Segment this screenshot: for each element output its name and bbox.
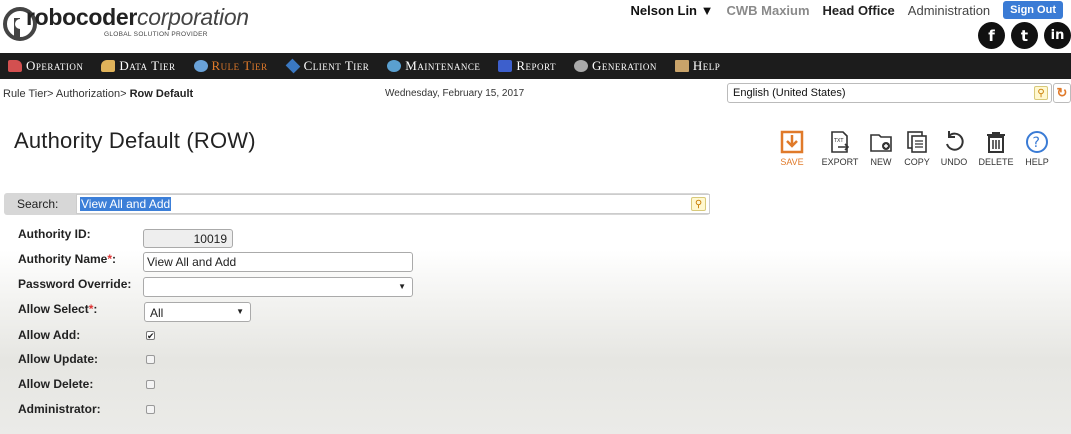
social-links: f t in xyxy=(978,22,1071,49)
search-label: Search: xyxy=(17,197,59,211)
chevron-down-icon: ▼ xyxy=(236,307,244,316)
svg-text:?: ? xyxy=(1033,135,1040,151)
main-menu: Operation Data Tier Rule Tier Client Tie… xyxy=(0,53,1071,79)
save-button[interactable]: SAVE xyxy=(772,130,812,170)
copy-label: COPY xyxy=(904,157,930,167)
menu-rule-tier-label: Rule Tier xyxy=(211,58,268,73)
password-override-label: Password Override: xyxy=(18,277,132,291)
menu-client-tier[interactable]: Client Tier xyxy=(285,58,370,74)
undo-button[interactable]: UNDO xyxy=(934,130,974,170)
report-icon xyxy=(498,60,513,72)
company-link[interactable]: CWB Maxium xyxy=(726,3,809,18)
maintenance-icon xyxy=(387,60,402,72)
menu-data-tier-label: Data Tier xyxy=(119,58,176,73)
new-folder-icon xyxy=(869,130,893,154)
delete-label: DELETE xyxy=(978,157,1014,167)
help-label: HELP xyxy=(1025,157,1049,167)
refresh-icon[interactable]: ↻ xyxy=(1053,83,1071,103)
facebook-icon[interactable]: f xyxy=(978,22,1005,49)
search-input[interactable]: View All and Add ⚲ xyxy=(76,194,710,214)
menu-rule-tier[interactable]: Rule Tier xyxy=(193,58,268,74)
copy-icon xyxy=(905,130,929,154)
new-button[interactable]: NEW xyxy=(861,130,901,170)
language-lookup-icon[interactable]: ⚲ xyxy=(1034,86,1048,100)
menu-maintenance-label: Maintenance xyxy=(405,58,481,73)
undo-icon xyxy=(942,130,966,154)
administrator-label: Administrator: xyxy=(18,402,101,416)
breadcrumb-rule-tier[interactable]: Rule Tier> xyxy=(3,88,53,100)
client-tier-icon xyxy=(285,58,300,74)
menu-help-label: Help xyxy=(692,58,721,73)
menu-report[interactable]: Report xyxy=(498,58,556,74)
allow-add-label: Allow Add: xyxy=(18,328,81,342)
svg-text:TXT: TXT xyxy=(833,138,844,144)
menu-generation[interactable]: Generation xyxy=(573,58,657,74)
search-input-value: View All and Add xyxy=(80,197,172,211)
logo-tagline: GLOBAL SOLUTION PROVIDER xyxy=(104,31,208,38)
menu-operation-label: Operation xyxy=(26,58,84,73)
authority-name-input[interactable]: View All and Add xyxy=(143,252,413,272)
help-book-icon xyxy=(674,60,689,72)
save-icon xyxy=(780,130,804,154)
delete-button[interactable]: DELETE xyxy=(976,130,1016,170)
menu-client-tier-label: Client Tier xyxy=(303,58,370,73)
allow-select-dropdown[interactable]: All ▼ xyxy=(144,302,251,322)
breadcrumb: Rule Tier> Authorization> Row Default xyxy=(3,88,193,100)
sign-out-button[interactable]: Sign Out xyxy=(1003,1,1063,19)
search-icon[interactable]: ⚲ xyxy=(691,197,706,211)
menu-maintenance[interactable]: Maintenance xyxy=(387,58,480,74)
page-title: Authority Default (ROW) xyxy=(14,128,256,153)
breadcrumb-authorization[interactable]: Authorization> xyxy=(53,88,127,100)
authority-id-field: 10019 xyxy=(143,229,233,248)
data-tier-icon xyxy=(101,60,116,72)
language-selector[interactable]: English (United States) ⚲ xyxy=(727,83,1052,103)
export-icon: TXT xyxy=(828,130,852,154)
breadcrumb-current: Row Default xyxy=(126,88,194,100)
menu-operation[interactable]: Operation xyxy=(8,58,83,74)
allow-delete-label: Allow Delete: xyxy=(18,377,94,391)
language-value: English (United States) xyxy=(733,87,846,99)
linkedin-icon[interactable]: in xyxy=(1044,22,1071,49)
top-navigation: Nelson Lin ▼ CWB Maxium Head Office Admi… xyxy=(631,0,1063,20)
password-override-select[interactable]: ▼ xyxy=(143,277,413,297)
menu-report-label: Report xyxy=(516,58,556,73)
help-button[interactable]: ? HELP xyxy=(1017,130,1057,170)
user-menu[interactable]: Nelson Lin ▼ xyxy=(631,3,714,18)
rule-tier-icon xyxy=(193,60,208,72)
office-link[interactable]: Head Office xyxy=(823,3,895,18)
company-logo[interactable]: robocodercorporation GLOBAL SOLUTION PRO… xyxy=(0,0,270,50)
authority-id-label: Authority ID: xyxy=(18,227,91,241)
export-button[interactable]: TXT EXPORT xyxy=(820,130,860,170)
copy-button[interactable]: COPY xyxy=(897,130,937,170)
allow-select-value: All xyxy=(150,306,164,320)
undo-label: UNDO xyxy=(940,157,968,167)
allow-update-checkbox[interactable] xyxy=(146,355,155,364)
menu-data-tier[interactable]: Data Tier xyxy=(101,58,175,74)
allow-delete-checkbox[interactable] xyxy=(146,380,155,389)
allow-update-label: Allow Update: xyxy=(18,352,98,366)
new-label: NEW xyxy=(870,157,892,167)
twitter-icon[interactable]: t xyxy=(1011,22,1038,49)
current-date: Wednesday, February 15, 2017 xyxy=(385,88,525,99)
administration-link[interactable]: Administration xyxy=(908,3,990,18)
menu-generation-label: Generation xyxy=(591,58,657,73)
save-label: SAVE xyxy=(780,157,804,167)
export-label: EXPORT xyxy=(821,157,859,167)
logo-wordmark: robocodercorporation xyxy=(26,4,249,30)
search-bar: Search: View All and Add ⚲ xyxy=(4,193,710,215)
allow-select-label: Allow Select*: xyxy=(18,302,98,316)
trash-icon xyxy=(984,130,1008,154)
allow-add-checkbox[interactable]: ✔ xyxy=(146,331,155,341)
menu-help[interactable]: Help xyxy=(674,58,721,74)
generation-icon xyxy=(573,60,588,72)
authority-name-label: Authority Name*: xyxy=(18,252,117,266)
help-icon: ? xyxy=(1025,130,1049,154)
operation-icon xyxy=(8,60,22,72)
chevron-down-icon: ▼ xyxy=(398,282,406,291)
administrator-checkbox[interactable] xyxy=(146,405,155,414)
